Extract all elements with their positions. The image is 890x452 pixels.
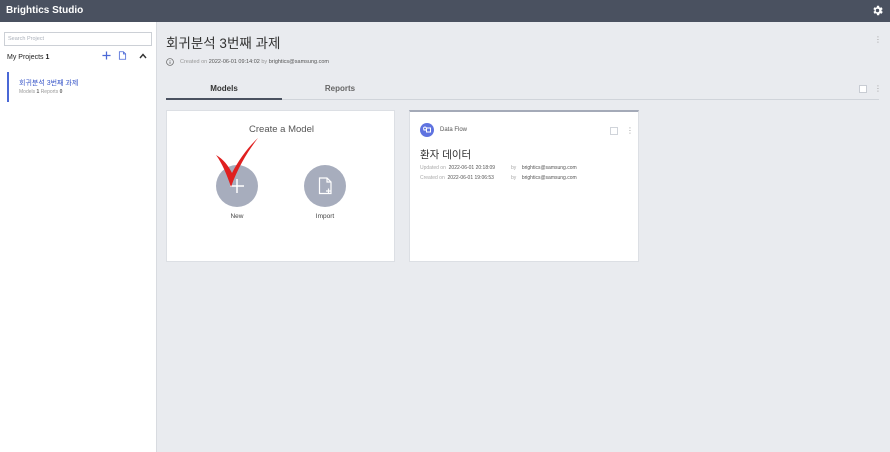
tab-kebab-icon[interactable]: ⋮	[874, 85, 882, 93]
data-flow-icon	[420, 123, 434, 137]
model-title: 환자 데이터	[420, 149, 472, 161]
top-bar: Brightics Studio	[0, 0, 890, 22]
active-tab-indicator	[166, 98, 282, 100]
tab-models[interactable]: Models	[166, 84, 282, 93]
model-type-label: Data Flow	[440, 127, 468, 133]
create-model-card: Create a Model New Import	[166, 110, 395, 262]
page-title: 회귀분석 3번째 과제	[166, 36, 281, 51]
new-doc-icon[interactable]	[118, 51, 127, 60]
import-model-button[interactable]	[304, 165, 346, 207]
create-model-title: Create a Model	[249, 124, 314, 135]
sidebar-project-item[interactable]: 회귀분석 3번째 과제 Models 1 Reports 0	[7, 72, 153, 102]
my-projects-header: My Projects 1	[7, 54, 49, 61]
model-created-by: by brightics@samsung.com	[511, 175, 577, 181]
search-project-input[interactable]	[4, 32, 152, 46]
gear-icon[interactable]	[871, 4, 884, 17]
my-projects-count: 1	[45, 54, 50, 61]
checkmark-annotation	[216, 138, 258, 187]
tab-reports[interactable]: Reports	[282, 84, 398, 93]
model-select-checkbox[interactable]	[610, 127, 618, 135]
project-item-title: 회귀분석 3번째 과제	[19, 80, 79, 87]
chevron-up-icon[interactable]	[139, 53, 147, 59]
import-doc-icon	[318, 177, 332, 195]
model-kebab-icon[interactable]: ⋮	[626, 127, 634, 135]
app-title: Brightics Studio	[6, 5, 84, 16]
created-by: brightics@samsung.com	[268, 59, 330, 65]
model-created: Created on 2022-06-01 19:06:53	[420, 175, 494, 181]
created-date: 2022-06-01 09:14:02	[208, 59, 260, 65]
sidebar: My Projects 1 회귀분석 3번째 과제 Models 1 Repor…	[0, 22, 157, 452]
model-updated-by: by brightics@samsung.com	[511, 165, 577, 171]
tab-bar: Models Reports	[166, 80, 879, 100]
new-label: New	[230, 213, 244, 220]
by-label: by	[261, 59, 268, 65]
add-project-plus-icon[interactable]	[102, 51, 111, 60]
project-item-meta: Models 1 Reports 0	[19, 89, 63, 95]
model-updated: Updated on 2022-06-01 20:18:09	[420, 165, 496, 171]
created-label: Created on	[180, 59, 208, 65]
project-kebab-icon[interactable]: ⋮	[874, 36, 882, 44]
select-all-checkbox[interactable]	[859, 85, 867, 93]
main-panel: 회귀분석 3번째 과제 ⋮ Created on 2022-06-01 09:1…	[157, 22, 890, 452]
import-label: Import	[315, 213, 335, 220]
info-icon	[166, 58, 174, 66]
project-info: Created on 2022-06-01 09:14:02 by bright…	[180, 59, 329, 65]
my-projects-label: My Projects	[7, 54, 44, 61]
model-card[interactable]: Data Flow ⋮ 환자 데이터 Updated on 2022-06-01…	[409, 110, 639, 262]
